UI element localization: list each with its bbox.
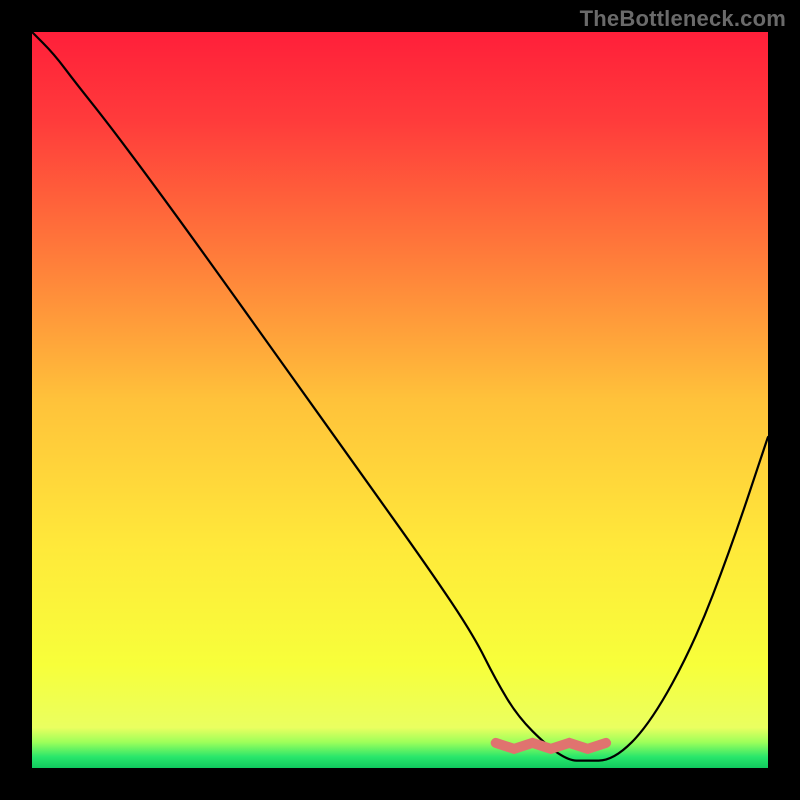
gradient-background <box>32 32 768 768</box>
bottleneck-curve-chart <box>32 32 768 768</box>
optimal-zone-marker <box>496 743 606 749</box>
watermark-text: TheBottleneck.com <box>580 6 786 32</box>
chart-frame: TheBottleneck.com <box>0 0 800 800</box>
